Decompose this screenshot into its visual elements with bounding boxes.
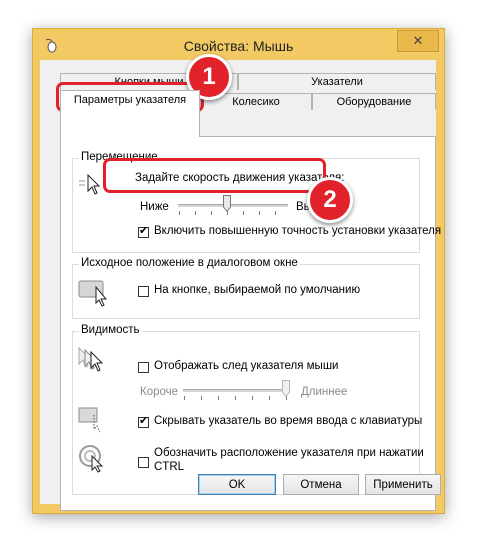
trails-checkbox[interactable]	[138, 362, 149, 373]
pointer-speed-icon	[79, 173, 101, 195]
speed-slow-label: Ниже	[140, 201, 169, 213]
apply-button[interactable]: Применить	[365, 474, 441, 495]
trails-tick	[235, 396, 236, 400]
check-icon: ✔	[139, 415, 149, 427]
close-button[interactable]: ✕	[397, 30, 439, 52]
tab-pointers[interactable]: Указатели	[238, 73, 436, 90]
precision-label: Включить повышенную точность установки у…	[154, 225, 442, 237]
trails-tick	[252, 396, 253, 400]
speed-tick	[275, 211, 276, 215]
trails-tick	[269, 396, 270, 400]
trails-long-label: Длиннее	[301, 386, 348, 398]
window-title: Свойства: Мышь	[183, 38, 294, 54]
show-location-label-ctrl: CTRL	[154, 461, 185, 473]
cancel-button[interactable]: Отмена	[283, 474, 359, 495]
hide-pointer-icon	[78, 407, 101, 433]
speed-tick	[259, 211, 260, 215]
snap-group-label: Исходное положение в диалоговом окне	[79, 257, 300, 269]
highlight-speed-slider	[103, 158, 326, 193]
hide-while-typing-label: Скрывать указатель во время ввода с клав…	[154, 415, 423, 427]
trails-slider-track[interactable]	[183, 389, 289, 392]
snap-option-label: На кнопке, выбираемой по умолчанию	[154, 284, 361, 296]
snap-checkbox[interactable]	[138, 286, 149, 297]
speed-tick	[211, 211, 212, 215]
show-location-label: Обозначить расположение указателя при на…	[154, 447, 424, 459]
tab-pointer-options-label: Параметры указателя	[73, 94, 187, 106]
speed-tick	[243, 211, 244, 215]
mouse-properties-window: Свойства: Мышь ✕ Кнопки мыши Указатели П…	[32, 28, 445, 514]
trails-label: Отображать след указателя мыши	[154, 360, 339, 372]
trails-tick	[218, 396, 219, 400]
pointer-trails-icon	[78, 346, 104, 372]
title-bar[interactable]: Свойства: Мышь ✕	[33, 29, 444, 61]
speed-tick	[179, 211, 180, 215]
check-icon: ✔	[139, 225, 149, 237]
trails-tick	[201, 396, 202, 400]
trails-tick	[184, 396, 185, 400]
show-location-checkbox[interactable]	[138, 457, 149, 468]
tab-hardware[interactable]: Оборудование	[312, 93, 436, 110]
speed-tick	[195, 211, 196, 215]
speed-slider-thumb[interactable]	[223, 195, 231, 212]
tab-pointer-options[interactable]: Параметры указателя	[60, 90, 200, 137]
step-badge-2: 2	[307, 177, 353, 223]
locate-pointer-icon	[79, 445, 104, 473]
trails-short-label: Короче	[140, 386, 179, 398]
trails-slider-thumb[interactable]	[282, 380, 290, 397]
speed-slider-track[interactable]	[178, 204, 288, 207]
snap-to-icon	[78, 280, 108, 307]
ok-button[interactable]: OK	[198, 474, 276, 495]
visibility-group-label: Видимость	[79, 324, 142, 336]
visibility-group: Видимость	[72, 324, 420, 495]
hide-while-typing-checkbox[interactable]: ✔	[138, 415, 149, 428]
precision-checkbox[interactable]: ✔	[138, 225, 149, 238]
dialog-client-area: Кнопки мыши Указатели Параметры указател…	[40, 60, 441, 511]
